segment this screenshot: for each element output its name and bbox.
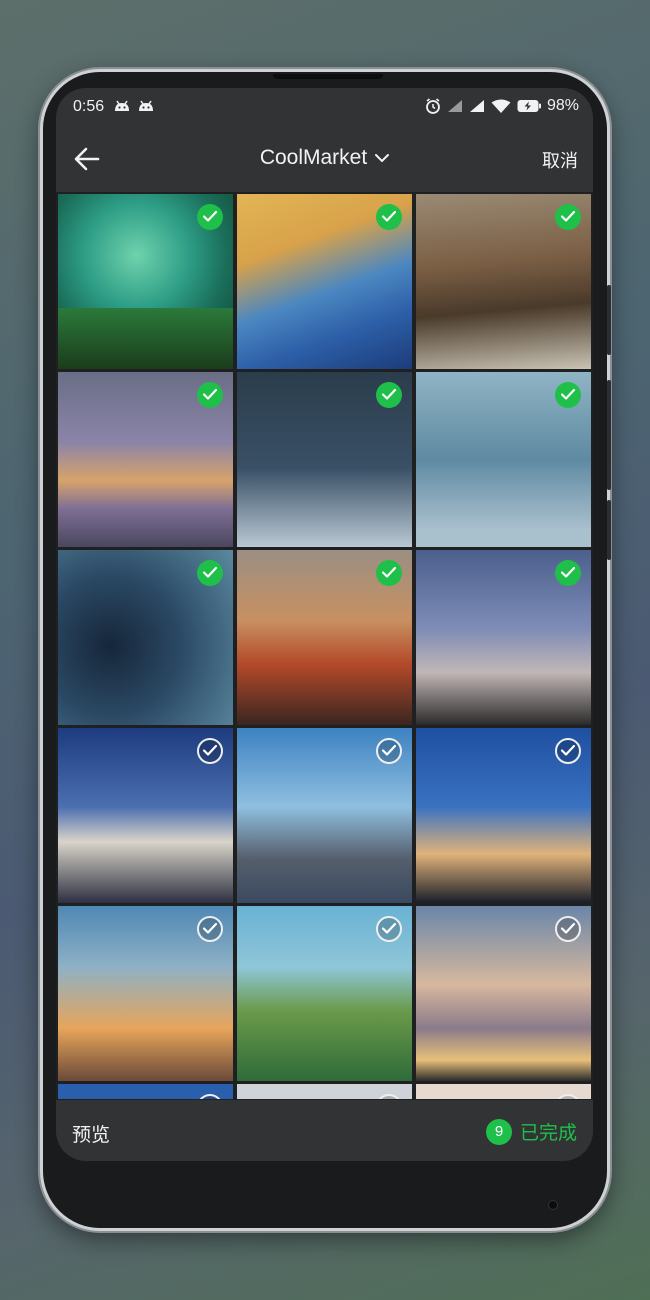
checked-icon[interactable] (555, 560, 581, 586)
check-icon (560, 388, 576, 400)
checked-icon[interactable] (555, 204, 581, 230)
unchecked-icon[interactable] (197, 738, 223, 764)
earpiece (273, 74, 383, 79)
battery-level: 98% (546, 97, 579, 114)
done-button[interactable]: 9 已完成 (485, 1118, 577, 1145)
photo-tile[interactable] (416, 728, 591, 903)
bottom-bar: 预览 9 已完成 (56, 1100, 593, 1161)
check-icon (202, 388, 218, 400)
checked-icon[interactable] (197, 204, 223, 230)
unchecked-icon[interactable] (197, 1094, 223, 1099)
photo-tile[interactable] (416, 1084, 591, 1099)
status-bar: 0:56 98% (56, 88, 593, 126)
check-icon (381, 744, 397, 756)
photo-tile[interactable] (58, 550, 233, 725)
done-label: 已完成 (519, 1123, 577, 1144)
status-time: 0:56 (73, 98, 105, 115)
check-icon (202, 210, 218, 222)
photo-tile[interactable] (58, 194, 233, 369)
unchecked-icon[interactable] (555, 916, 581, 942)
check-icon (381, 210, 397, 222)
signal-icon (447, 100, 462, 112)
cancel-button[interactable]: 取消 (542, 147, 578, 173)
check-icon (202, 922, 218, 934)
photo-tile[interactable] (237, 372, 412, 547)
screen: 0:56 98% CoolMarket 取消 预览 9 已完成 (56, 88, 593, 1161)
selected-count-badge: 9 (485, 1118, 512, 1145)
check-icon (381, 566, 397, 578)
volume-button (607, 380, 611, 490)
photo-tile[interactable] (416, 906, 591, 1081)
check-icon (560, 566, 576, 578)
camera-icon (548, 1200, 558, 1210)
app-header: CoolMarket 取消 (56, 126, 593, 192)
wifi-icon (491, 99, 511, 113)
photo-tile[interactable] (58, 906, 233, 1081)
unchecked-icon[interactable] (376, 916, 402, 942)
checked-icon[interactable] (376, 560, 402, 586)
photo-tile[interactable] (237, 194, 412, 369)
check-icon (381, 922, 397, 934)
album-selector[interactable]: CoolMarket (56, 146, 593, 170)
status-icons: 98% (425, 97, 579, 115)
unchecked-icon[interactable] (555, 738, 581, 764)
check-icon (560, 744, 576, 756)
volume-button-lower (607, 500, 611, 560)
chevron-down-icon (375, 154, 390, 163)
photo-tile[interactable] (58, 728, 233, 903)
photo-tile[interactable] (237, 728, 412, 903)
photo-tile[interactable] (58, 372, 233, 547)
album-title: CoolMarket (259, 146, 368, 169)
android-notification-icon (115, 100, 129, 111)
checked-icon[interactable] (376, 382, 402, 408)
photo-tile[interactable] (237, 906, 412, 1081)
photo-tile[interactable] (416, 372, 591, 547)
photo-grid (58, 194, 591, 1099)
photo-tile[interactable] (58, 1084, 233, 1099)
checked-icon[interactable] (197, 560, 223, 586)
check-icon (381, 388, 397, 400)
battery-icon (517, 100, 541, 112)
checked-icon[interactable] (376, 204, 402, 230)
check-icon (202, 566, 218, 578)
check-icon (560, 210, 576, 222)
check-icon (202, 744, 218, 756)
alarm-icon (426, 98, 440, 114)
photo-tile[interactable] (237, 550, 412, 725)
unchecked-icon[interactable] (555, 1094, 581, 1099)
preview-button[interactable]: 预览 (72, 1120, 110, 1147)
android-notification-icon-2 (139, 100, 153, 111)
photo-tile[interactable] (237, 1084, 412, 1099)
power-button (607, 285, 611, 355)
checked-icon[interactable] (555, 382, 581, 408)
photo-tile[interactable] (416, 550, 591, 725)
photo-tile[interactable] (416, 194, 591, 369)
check-icon (560, 922, 576, 934)
unchecked-icon[interactable] (376, 1094, 402, 1099)
signal-icon-2 (469, 100, 484, 112)
unchecked-icon[interactable] (376, 738, 402, 764)
checked-icon[interactable] (197, 382, 223, 408)
unchecked-icon[interactable] (197, 916, 223, 942)
